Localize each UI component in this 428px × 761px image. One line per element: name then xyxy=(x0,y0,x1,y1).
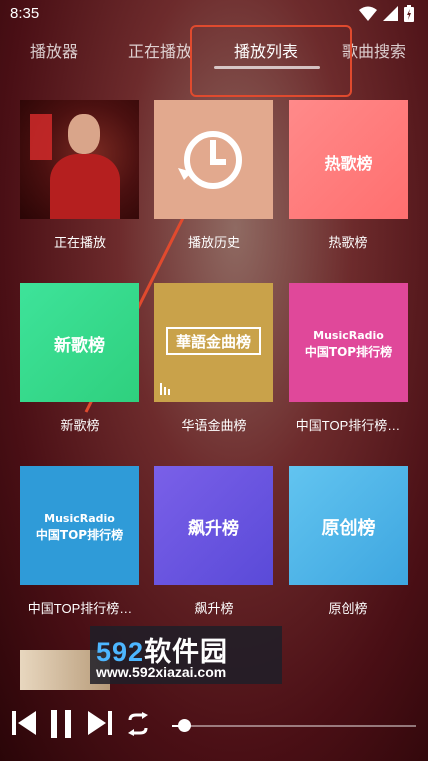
tile-new-songs[interactable]: 新歌榜 xyxy=(20,283,139,402)
battery-icon xyxy=(404,5,414,22)
tile-label: 原创榜 xyxy=(321,518,376,539)
tile-caption: 华语金曲榜 xyxy=(181,418,247,433)
tile-caption: 新歌榜 xyxy=(60,418,100,433)
tile-label: 中国TOP排行榜 xyxy=(304,345,393,359)
tile-label: 热歌榜 xyxy=(324,154,373,173)
tile-hot-songs[interactable]: 热歌榜 xyxy=(289,100,408,219)
tile-caption: 正在播放 xyxy=(53,235,106,250)
watermark-url: www.592xiazai.com xyxy=(96,664,227,680)
tile-label: 新歌榜 xyxy=(54,336,105,356)
progress-slider[interactable] xyxy=(172,719,416,732)
tile-label: 華語金曲榜 xyxy=(175,333,251,351)
tile-label-top: MusicRadio xyxy=(313,329,384,342)
tile-soaring[interactable]: 飙升榜 xyxy=(154,466,273,585)
tile-caption: 飙升榜 xyxy=(194,601,234,616)
previous-icon[interactable] xyxy=(12,710,36,736)
tile-play-history[interactable] xyxy=(154,100,273,219)
signal-icon xyxy=(383,5,398,21)
annotation-box xyxy=(190,25,352,97)
tile-chinese-golden[interactable]: 華語金曲榜 xyxy=(154,283,273,402)
progress-knob[interactable] xyxy=(178,719,192,732)
album-cover-art xyxy=(20,100,139,219)
tile-caption: 热歌榜 xyxy=(328,235,368,250)
tab-player[interactable]: 播放器 xyxy=(30,38,78,62)
tile-caption: 原创榜 xyxy=(328,601,368,616)
tile-now-playing[interactable] xyxy=(20,100,139,219)
next-icon[interactable] xyxy=(88,710,112,736)
tile-caption: 中国TOP排行榜… xyxy=(27,601,133,616)
tile-label-top: MusicRadio xyxy=(44,512,115,525)
repeat-icon[interactable] xyxy=(124,712,152,736)
tile-label: 飙升榜 xyxy=(188,519,239,539)
status-icons xyxy=(359,5,414,22)
history-icon xyxy=(178,131,242,189)
tab-now-playing[interactable]: 正在播放 xyxy=(128,38,192,62)
tile-caption: 播放历史 xyxy=(187,235,240,250)
status-time: 8:35 xyxy=(10,5,40,22)
bars-icon xyxy=(160,383,170,395)
tile-caption: 中国TOP排行榜… xyxy=(295,418,401,433)
tile-original[interactable]: 原创榜 xyxy=(289,466,408,585)
watermark: 592软件园 www.592xiazai.com xyxy=(90,626,282,684)
wifi-icon xyxy=(359,6,377,21)
pause-icon[interactable] xyxy=(50,710,72,738)
player-bar xyxy=(0,700,428,761)
tile-label: 中国TOP排行榜 xyxy=(35,528,124,542)
tile-china-top[interactable]: MusicRadio 中国TOP排行榜 xyxy=(289,283,408,402)
tile-china-top-2[interactable]: MusicRadio 中国TOP排行榜 xyxy=(20,466,139,585)
